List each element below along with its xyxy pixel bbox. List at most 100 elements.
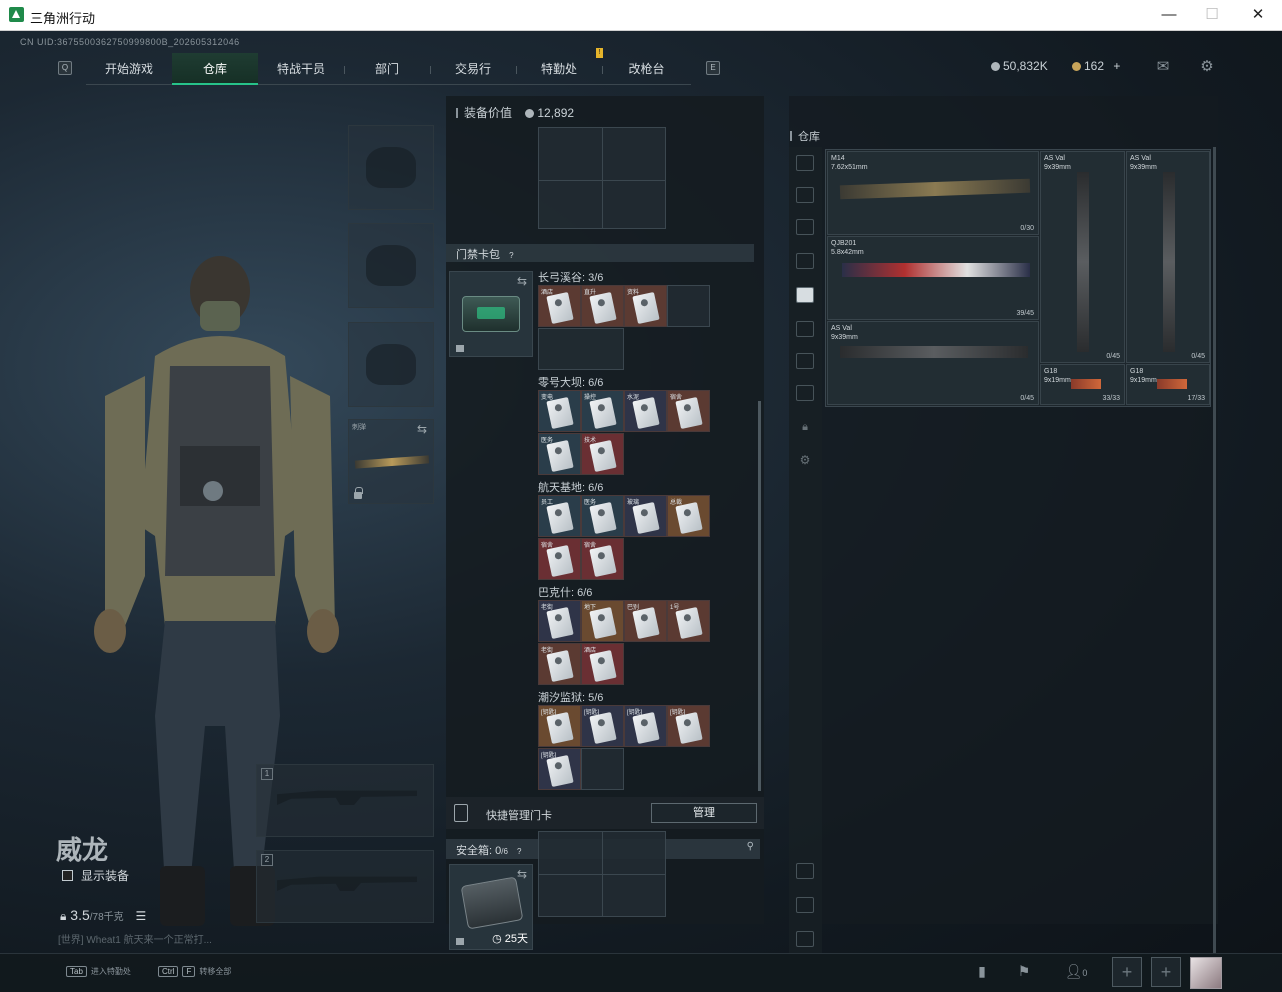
swap-icon[interactable]: ⇆ xyxy=(517,274,527,288)
layers-icon[interactable] xyxy=(796,897,814,913)
keycard-item[interactable]: 巴别 xyxy=(624,600,667,642)
keycard-item[interactable]: [钥匙] xyxy=(667,705,710,747)
operator-model xyxy=(94,256,339,926)
gear-icon[interactable]: ⚙ xyxy=(796,453,814,469)
filter-all-icon[interactable] xyxy=(796,155,814,171)
tab-gunsmith[interactable]: 改枪台 xyxy=(602,53,691,85)
filter-weapons-icon[interactable] xyxy=(796,287,814,303)
warehouse-item[interactable]: AS Val 9x39mm 0/45 xyxy=(1040,151,1125,363)
lock-icon[interactable]: 🔒︎ xyxy=(796,421,814,437)
mail-icon[interactable]: ✉ xyxy=(1153,57,1173,75)
keycard-item[interactable]: 宿舍 xyxy=(538,538,581,580)
tab-trading[interactable]: 交易行 xyxy=(430,53,516,85)
keycard-item[interactable]: [钥匙] xyxy=(581,705,624,747)
keycard-item[interactable]: 宿舍 xyxy=(667,390,710,432)
warehouse-item[interactable]: G18 9x19mm 33/33 xyxy=(1040,364,1125,405)
tab-operators[interactable]: 特战干员 xyxy=(258,53,344,85)
collapse-icon[interactable] xyxy=(796,931,814,947)
keycard-item[interactable]: 宿舍 xyxy=(581,538,624,580)
tab-warehouse[interactable]: 仓库 xyxy=(172,53,258,85)
filter-container-icon[interactable] xyxy=(796,219,814,235)
keycard-icon xyxy=(632,292,660,324)
helmet-slot[interactable] xyxy=(348,125,434,210)
friends-button[interactable]: 👤︎0 xyxy=(1060,963,1092,983)
sort-icon[interactable] xyxy=(796,863,814,879)
keycard-item[interactable]: 变电 xyxy=(538,390,581,432)
keycard-item[interactable]: 老街 xyxy=(538,600,581,642)
keycard-item[interactable]: [钥匙] xyxy=(538,705,581,747)
maximize-button[interactable]: ☐ xyxy=(1197,4,1227,26)
pistol-slot[interactable] xyxy=(348,322,434,407)
slot-number: 1 xyxy=(261,768,273,780)
keycard-item[interactable]: 1号 xyxy=(667,600,710,642)
keycard-item[interactable]: [钥匙] xyxy=(624,705,667,747)
warehouse-item[interactable]: G18 9x19mm 17/33 xyxy=(1126,364,1210,405)
show-equipment-toggle[interactable]: 显示装备 xyxy=(62,867,129,884)
pin-icon[interactable]: ⚲ xyxy=(747,841,754,852)
filter-ammo-icon[interactable] xyxy=(796,321,814,337)
flag-icon[interactable]: ⚑ xyxy=(1014,963,1034,983)
nav-prev-key[interactable]: Q xyxy=(58,61,72,75)
swap-icon[interactable]: ⇆ xyxy=(517,867,527,881)
empty-keycard-slot[interactable] xyxy=(581,748,624,790)
nav-next-key[interactable]: E xyxy=(706,61,720,75)
warehouse-item[interactable]: AS Val 9x39mm 0/45 xyxy=(827,321,1039,405)
primary-weapon-slot-2[interactable]: 2 xyxy=(256,850,434,923)
primary-weapon-slot-1[interactable]: 1 xyxy=(256,764,434,837)
keycard-item[interactable]: 资料 xyxy=(624,285,667,327)
warehouse-item[interactable]: M14 7.62x51mm 0/30 xyxy=(827,151,1039,235)
close-button[interactable]: ✕ xyxy=(1243,4,1273,26)
rifle-placeholder-icon xyxy=(277,876,417,891)
keycard-item[interactable]: [钥匙] xyxy=(538,748,581,790)
invite-slot-2[interactable]: + xyxy=(1151,957,1181,987)
help-icon[interactable]: ? xyxy=(517,847,521,856)
container-grid[interactable] xyxy=(538,127,666,229)
keycard-item[interactable]: 玻璃 xyxy=(624,495,667,537)
keycard-icon xyxy=(632,712,660,744)
keycard-item[interactable]: 员工 xyxy=(538,495,581,537)
keycard-item[interactable]: 酒店 xyxy=(538,285,581,327)
transfer-all-hint[interactable]: Ctrl F 转移全部 xyxy=(158,966,231,977)
player-avatar[interactable] xyxy=(1190,957,1222,989)
tab-department[interactable]: 部门 xyxy=(344,53,430,85)
melee-slot[interactable]: 刺弹 ⇆ xyxy=(348,419,434,504)
keycard-item[interactable]: 水泥 xyxy=(624,390,667,432)
safe-box-case[interactable]: ⇆ ◷ 25天 xyxy=(449,864,533,950)
keycard-item[interactable]: 医务 xyxy=(581,495,624,537)
armor-slot[interactable] xyxy=(348,223,434,308)
keycard-item[interactable]: 医务 xyxy=(538,433,581,475)
tab-start-game[interactable]: 开始游戏 xyxy=(86,53,172,85)
warehouse-item[interactable]: AS Val 9x39mm 0/45 xyxy=(1126,151,1210,363)
filter-gear-icon[interactable] xyxy=(796,187,814,203)
keycard-item[interactable]: 直升 xyxy=(581,285,624,327)
tab-shortcut-hint[interactable]: Tab 进入特勤处 xyxy=(66,966,131,977)
filter-items-icon[interactable] xyxy=(796,385,814,401)
keycard-item[interactable]: 总裁 xyxy=(667,495,710,537)
help-icon[interactable]: ? xyxy=(509,251,513,260)
minimize-button[interactable]: — xyxy=(1154,4,1184,26)
tab-special-ops[interactable]: 特勤处 xyxy=(516,53,602,85)
empty-keycard-slot[interactable] xyxy=(667,285,710,327)
checkbox[interactable] xyxy=(62,870,73,881)
stats-icon[interactable]: ▮ xyxy=(972,963,992,983)
warehouse-item[interactable]: QJB201 5.8x42mm 39/45 xyxy=(827,236,1039,320)
warehouse-scrollbar[interactable] xyxy=(1213,147,1216,953)
add-gold-button[interactable]: + xyxy=(1113,59,1120,73)
swap-icon[interactable]: ⇆ xyxy=(417,422,427,436)
keycard-item[interactable]: 老街 xyxy=(538,643,581,685)
list-icon[interactable]: ☰ xyxy=(136,909,147,923)
keycard-item[interactable]: 操控 xyxy=(581,390,624,432)
keycard-item[interactable]: 酒店 xyxy=(581,643,624,685)
safe-box-grid[interactable] xyxy=(538,831,666,917)
settings-icon[interactable]: ⚙ xyxy=(1197,57,1217,75)
keycard-item[interactable]: 地下 xyxy=(581,600,624,642)
panel-scrollbar[interactable] xyxy=(758,401,761,791)
keycard-case[interactable]: ⇆ xyxy=(449,271,533,357)
filter-medical-icon[interactable] xyxy=(796,353,814,369)
invite-slot-1[interactable]: + xyxy=(1112,957,1142,987)
empty-keycard-slot[interactable] xyxy=(538,328,624,370)
keycard-item[interactable]: 技术 xyxy=(581,433,624,475)
warehouse-grid[interactable]: M14 7.62x51mm 0/30 QJB201 5.8x42mm 39/45 A… xyxy=(825,149,1211,407)
filter-armor-icon[interactable] xyxy=(796,253,814,269)
manage-button[interactable]: 管理 xyxy=(651,803,757,823)
